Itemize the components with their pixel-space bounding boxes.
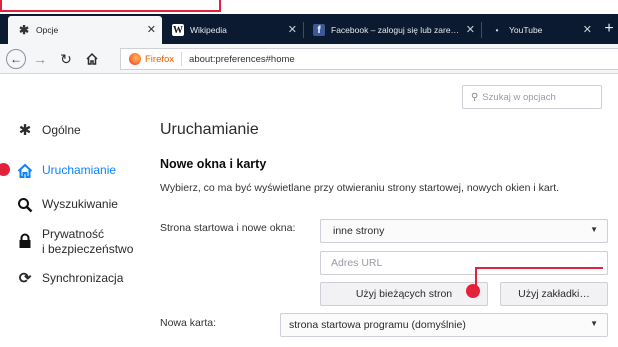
- annotation-line: [477, 267, 603, 269]
- arrow-left-icon: ←: [10, 52, 22, 66]
- close-icon[interactable]: ✕: [466, 23, 475, 36]
- sidebar-item-synchronizacja[interactable]: ⟳ Synchronizacja: [16, 270, 124, 287]
- search-icon: ⚲: [471, 91, 479, 103]
- homepage-url-input[interactable]: Adres URL: [320, 251, 608, 275]
- firefox-icon: [129, 53, 141, 65]
- close-icon[interactable]: ✕: [583, 23, 592, 36]
- navigation-bar: ← → ↻ Firefox about:preferences#home: [0, 44, 618, 74]
- tab-label: Facebook – zaloguj się lub zare…: [331, 25, 460, 35]
- section-title: Nowe okna i karty: [160, 157, 267, 171]
- url-bar[interactable]: Firefox about:preferences#home: [120, 48, 618, 70]
- dropdown-arrow-icon: ▼: [590, 319, 598, 328]
- homepage-select[interactable]: inne strony ▼: [320, 219, 608, 243]
- newtab-select[interactable]: strona startowa programu (domyślnie) ▼: [280, 313, 608, 337]
- url-separator: [181, 52, 183, 66]
- sidebar-item-prywatnosc[interactable]: Prywatność i bezpieczeństwo: [16, 227, 133, 257]
- sidebar-item-label: Uruchamianie: [42, 163, 117, 177]
- youtube-icon: •: [495, 25, 499, 35]
- use-current-pages-button[interactable]: Użyj bieżących stron: [320, 282, 488, 306]
- reload-button[interactable]: ↻: [56, 49, 76, 69]
- sync-icon: ⟳: [18, 270, 32, 287]
- section-description: Wybierz, co ma być wyświetlane przy otwi…: [160, 182, 560, 194]
- tab-label: Wikipedia: [190, 25, 227, 35]
- sidebar-item-wyszukiwanie[interactable]: Wyszukiwanie: [16, 197, 118, 217]
- annotation-frame: [0, 0, 221, 12]
- page-title: Uruchamianie: [160, 121, 259, 138]
- search-placeholder: Szukaj w opcjach: [482, 91, 556, 103]
- arrow-right-icon: →: [33, 51, 47, 67]
- url-placeholder: Adres URL: [331, 257, 383, 269]
- home-button[interactable]: [82, 49, 102, 69]
- identity-label: Firefox: [145, 53, 175, 65]
- homepage-label: Strona startowa i nowe okna:: [160, 222, 296, 234]
- new-tab-button[interactable]: +: [600, 14, 618, 44]
- sidebar-item-uruchamianie[interactable]: Uruchamianie: [16, 163, 116, 183]
- tab-wikipedia[interactable]: W Wikipedia ✕: [162, 16, 303, 44]
- tab-strip: ✱ Opcje ✕ W Wikipedia ✕ f Facebook – zal…: [0, 14, 618, 44]
- annotation-marker: [466, 284, 480, 298]
- sidebar-item-label: Wyszukiwanie: [42, 197, 118, 211]
- use-bookmark-button[interactable]: Użyj zakładki…: [500, 282, 608, 306]
- gear-icon: ✱: [18, 23, 30, 37]
- url-text: about:preferences#home: [189, 53, 295, 65]
- forward-button[interactable]: →: [30, 49, 50, 69]
- dropdown-arrow-icon: ▼: [590, 225, 598, 234]
- facebook-icon: f: [313, 24, 325, 36]
- search-icon: [16, 197, 34, 217]
- back-button[interactable]: ←: [6, 49, 26, 69]
- tab-label: Opcje: [36, 25, 59, 35]
- close-icon[interactable]: ✕: [288, 23, 297, 36]
- newtab-label: Nowa karta:: [160, 317, 217, 329]
- sidebar-item-label: Prywatność i bezpieczeństwo: [42, 227, 134, 256]
- tab-youtube[interactable]: • YouTube ✕: [481, 16, 598, 44]
- sidebar-item-label: Ogólne: [42, 123, 81, 137]
- reload-icon: ↻: [60, 50, 72, 67]
- sidebar-item-label: Synchronizacja: [42, 271, 124, 285]
- sidebar-item-ogolne[interactable]: ✱ Ogólne: [16, 123, 81, 139]
- home-icon: [16, 163, 34, 183]
- homepage-select-value: inne strony: [333, 225, 385, 237]
- lock-icon: [16, 233, 34, 253]
- tab-opcje[interactable]: ✱ Opcje ✕: [8, 16, 162, 44]
- close-icon[interactable]: ✕: [147, 23, 156, 36]
- search-input[interactable]: ⚲ Szukaj w opcjach: [462, 85, 602, 109]
- gear-icon: ✱: [18, 122, 32, 139]
- wikipedia-icon: W: [172, 24, 184, 36]
- home-icon: [86, 52, 98, 65]
- newtab-select-value: strona startowa programu (domyślnie): [289, 319, 466, 331]
- tab-facebook[interactable]: f Facebook – zaloguj się lub zare… ✕: [303, 16, 481, 44]
- tab-label: YouTube: [509, 25, 543, 35]
